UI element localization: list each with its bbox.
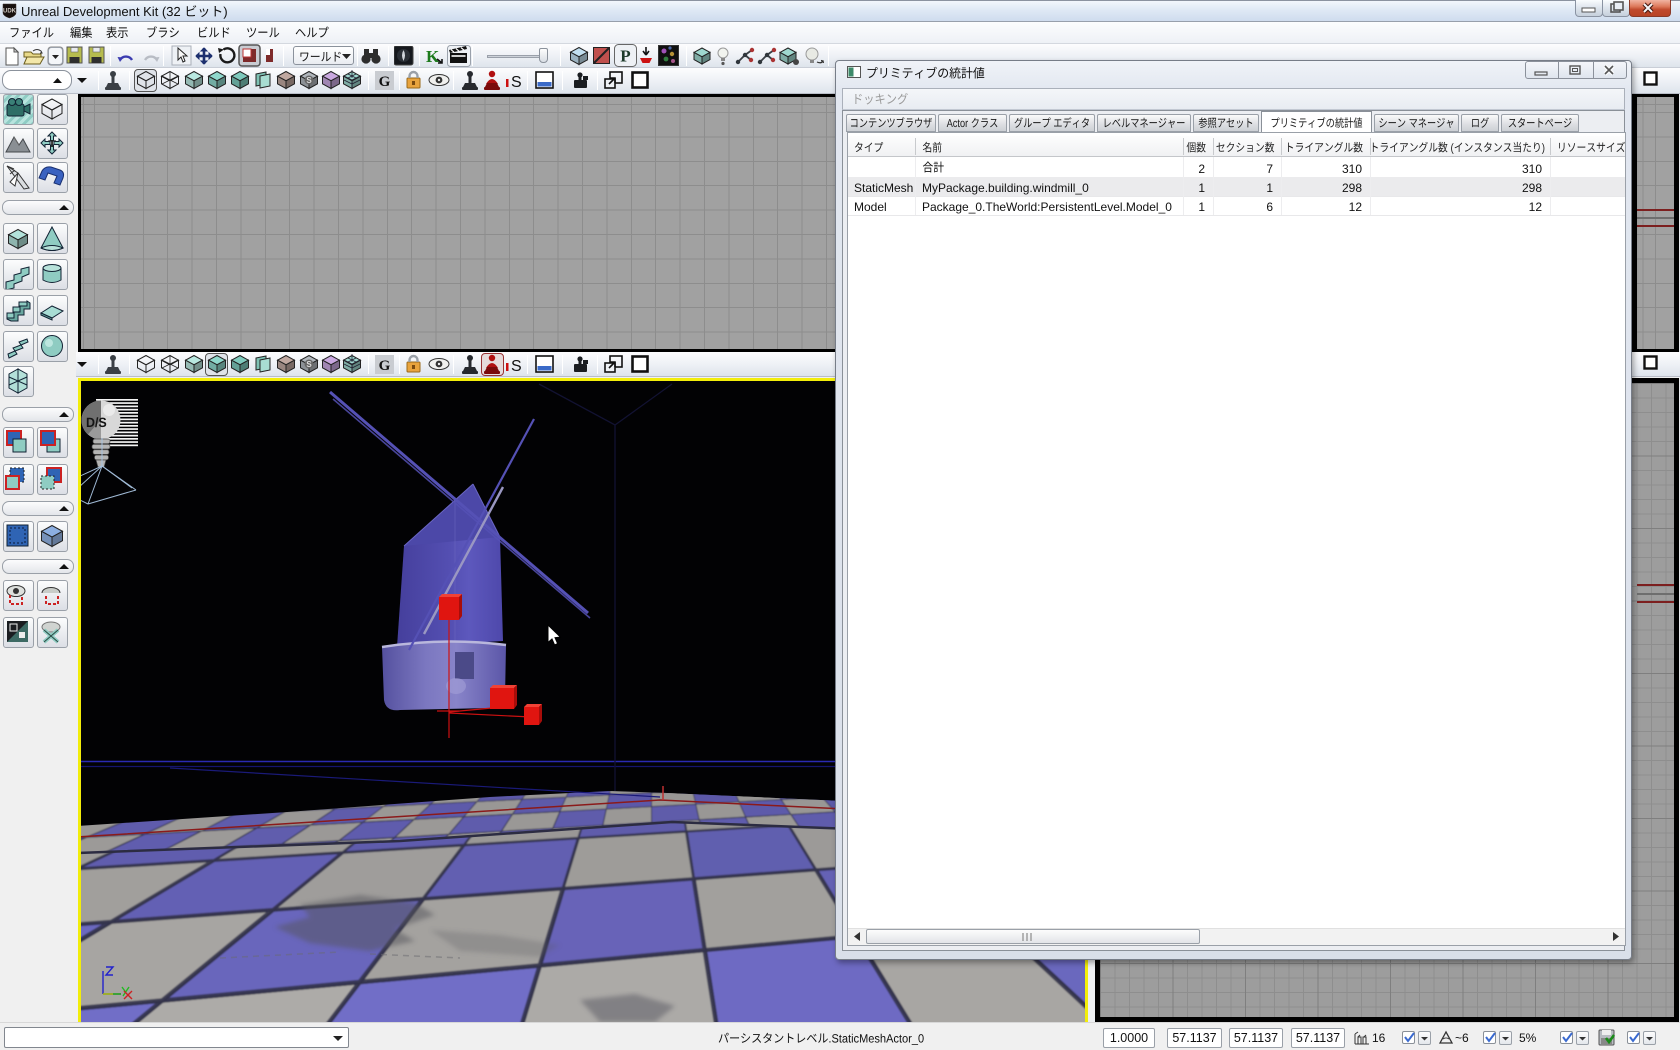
svg-text:G: G — [379, 74, 391, 90]
svg-text:K: K — [426, 47, 440, 66]
svg-text:P: P — [620, 47, 630, 66]
svg-text:S: S — [306, 360, 312, 369]
svg-text:UDK: UDK — [3, 9, 17, 15]
svg-text:S: S — [511, 74, 522, 91]
svg-text:S: S — [511, 358, 522, 375]
svg-text:S: S — [306, 76, 312, 85]
svg-text:G: G — [379, 358, 391, 374]
svg-text:T: T — [48, 138, 56, 150]
